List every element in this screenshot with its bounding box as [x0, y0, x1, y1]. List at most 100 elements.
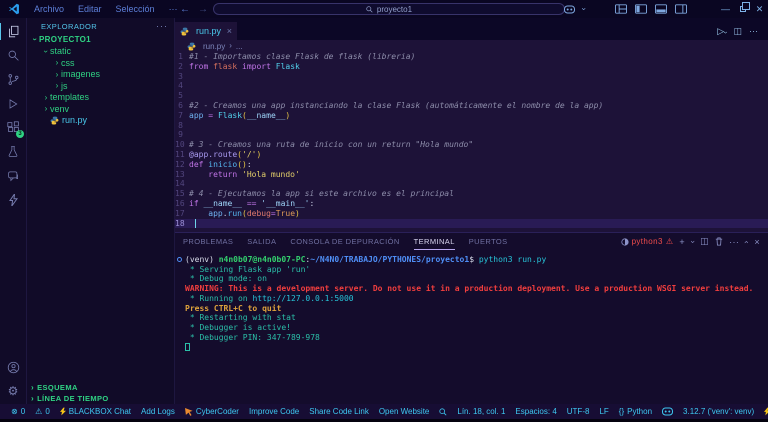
maximize-panel-icon[interactable]: ›: [743, 240, 751, 243]
menu-seleccin[interactable]: Selección: [109, 4, 162, 14]
back-icon[interactable]: ←: [180, 4, 190, 15]
close-button[interactable]: ✕: [751, 0, 768, 18]
code-line-14[interactable]: 14: [175, 179, 768, 189]
file-tree-item-imagenes[interactable]: ›imagenes: [27, 69, 174, 81]
code-line-6[interactable]: 6#2 - Creamos una app instanciando la cl…: [175, 101, 768, 111]
panel-tab-consola-de-depuraci-n[interactable]: CONSOLA DE DEPURACIÓN: [290, 233, 399, 250]
status-cybercoder[interactable]: CyberCoder: [180, 407, 244, 416]
code-line-4[interactable]: 4: [175, 81, 768, 91]
menu-editar[interactable]: Editar: [71, 4, 109, 14]
source-control-icon[interactable]: [1, 72, 25, 87]
sidebar-section-l-nea-de-tiempo[interactable]: ›LÍNEA DE TIEMPO: [27, 393, 174, 404]
command-center-search[interactable]: proyecto1: [213, 3, 565, 15]
sidebar-section-esquema[interactable]: ›ESQUEMA: [27, 382, 174, 393]
status-errors[interactable]: ⊗0: [6, 407, 30, 416]
file-tree-item-css[interactable]: ›css: [27, 57, 174, 69]
python-file-icon: [187, 42, 196, 51]
status-eol[interactable]: LF: [594, 407, 613, 416]
testing-icon[interactable]: [1, 144, 25, 159]
account-icon[interactable]: [1, 360, 25, 375]
status-python-interpreter[interactable]: 3.12.7 ('venv': venv): [678, 407, 759, 416]
panel-tab-salida[interactable]: SALIDA: [247, 233, 276, 250]
file-tree-item-venv[interactable]: ›venv: [27, 103, 174, 115]
status-encoding[interactable]: UTF-8: [562, 407, 595, 416]
code-line-5[interactable]: 5: [175, 91, 768, 101]
status-blackbox-chat[interactable]: BLACKBOX Chat: [55, 407, 136, 416]
status-share-code-link[interactable]: Share Code Link: [304, 407, 374, 416]
new-terminal-icon[interactable]: +: [679, 237, 685, 247]
terminal-output[interactable]: (venv) n4n0b07@n4n0b07-PC:~/N4N0/TRABAJO…: [175, 250, 768, 404]
code-line-17[interactable]: 17 app.run(debug=True): [175, 209, 768, 219]
status-warnings[interactable]: ⚠0: [30, 407, 55, 416]
terminal-line-7: * Restarting with stat: [185, 313, 768, 323]
file-tree-item-js[interactable]: ›js: [27, 80, 174, 92]
kill-terminal-icon[interactable]: [715, 237, 723, 246]
code-line-18[interactable]: 18: [175, 219, 768, 229]
code-line-3[interactable]: 3: [175, 72, 768, 82]
customize-layout-icon[interactable]: [613, 0, 629, 18]
run-python-file-icon[interactable]: ▷›: [717, 26, 726, 37]
terminal-line-1: (venv) n4n0b07@n4n0b07-PC:~/N4N0/TRABAJO…: [185, 255, 768, 265]
settings-gear-icon[interactable]: ⚙: [1, 383, 25, 398]
copilot-menu-chevron-icon[interactable]: ›: [579, 0, 587, 18]
terminal-instance[interactable]: python3 ⚠: [621, 237, 674, 246]
code-line-10[interactable]: 10# 3 - Creamos una ruta de inicio con u…: [175, 140, 768, 150]
file-tree-item-static[interactable]: ›static: [27, 46, 174, 58]
run-debug-icon[interactable]: [1, 96, 25, 111]
explorer-actions-icon[interactable]: ···: [156, 21, 168, 31]
editor-more-actions-icon[interactable]: ···: [749, 26, 758, 36]
code-line-16[interactable]: 16if __name__ == '__main__':: [175, 199, 768, 209]
breadcrumb-file[interactable]: run.py: [203, 42, 225, 51]
toggle-secondary-sidebar-icon[interactable]: [673, 0, 689, 18]
file-tree-item-proyecto1[interactable]: ›PROYECTO1: [27, 34, 174, 46]
code-line-11[interactable]: 11@app.route('/'): [175, 150, 768, 160]
toggle-panel-icon[interactable]: [653, 0, 669, 18]
code-line-1[interactable]: 1#1 - Importamos clase Flask de flask (l…: [175, 52, 768, 62]
breadcrumb-more[interactable]: ...: [236, 42, 243, 51]
code-line-8[interactable]: 8: [175, 121, 768, 131]
code-line-2[interactable]: 2from flask import Flask: [175, 62, 768, 72]
status-open-website[interactable]: Open Website: [374, 407, 435, 416]
restore-button[interactable]: [734, 0, 751, 18]
copilot-icon[interactable]: [561, 0, 577, 18]
terminal-cursor: [185, 343, 190, 352]
code-line-12[interactable]: 12def inicio():: [175, 160, 768, 170]
panel-more-actions-icon[interactable]: ···: [729, 237, 739, 247]
status-add-logs[interactable]: Add Logs: [136, 407, 180, 416]
extensions-icon[interactable]: 3: [1, 120, 25, 135]
status-language-mode[interactable]: {}Python: [614, 407, 657, 416]
status-search-tool[interactable]: [434, 408, 452, 416]
code-line-9[interactable]: 9: [175, 130, 768, 140]
panel-tab-terminal[interactable]: TERMINAL: [414, 233, 455, 250]
file-tree-item-run-py[interactable]: run.py: [27, 115, 174, 127]
minimize-button[interactable]: —: [717, 0, 734, 18]
status-indentation[interactable]: Espacios: 4: [510, 407, 561, 416]
status-blackboxai-open-chat[interactable]: BLACKBOXAI: Open Chat: [759, 407, 768, 416]
file-tree-item-templates[interactable]: ›templates: [27, 92, 174, 104]
python-file-icon: [50, 116, 59, 125]
tab-close-icon[interactable]: ×: [227, 26, 232, 36]
menu-archivo[interactable]: Archivo: [27, 4, 71, 14]
tab-run-py[interactable]: run.py ×: [175, 22, 237, 40]
search-sidebar-icon[interactable]: [1, 48, 25, 63]
command-decoration-icon: [177, 257, 182, 262]
code-line-15[interactable]: 15# 4 - Ejecutamos la app si este archiv…: [175, 189, 768, 199]
panel-tab-puertos[interactable]: PUERTOS: [469, 233, 508, 250]
status-improve-code[interactable]: Improve Code: [244, 407, 304, 416]
forward-icon[interactable]: →: [198, 4, 208, 15]
split-editor-icon[interactable]: ◫: [733, 26, 742, 37]
code-line-13[interactable]: 13 return 'Hola mundo': [175, 170, 768, 180]
code-editor[interactable]: 1#1 - Importamos clase Flask de flask (l…: [175, 52, 768, 232]
panel-tab-problemas[interactable]: PROBLEMAS: [183, 233, 233, 250]
blackbox-icon[interactable]: [1, 192, 25, 207]
status-cursor-position[interactable]: Lín. 18, col. 1: [452, 407, 510, 416]
status-copilot-status[interactable]: [657, 407, 678, 416]
terminal-profiles-chevron-icon[interactable]: ›: [689, 240, 697, 243]
close-panel-icon[interactable]: ×: [754, 237, 760, 247]
code-line-7[interactable]: 7app = Flask(__name__): [175, 111, 768, 121]
split-terminal-icon[interactable]: ◫: [700, 236, 709, 247]
toggle-primary-sidebar-icon[interactable]: [633, 0, 649, 18]
chat-icon[interactable]: [1, 168, 25, 183]
explorer-icon[interactable]: [1, 24, 25, 39]
magnifier-icon: [439, 408, 447, 416]
